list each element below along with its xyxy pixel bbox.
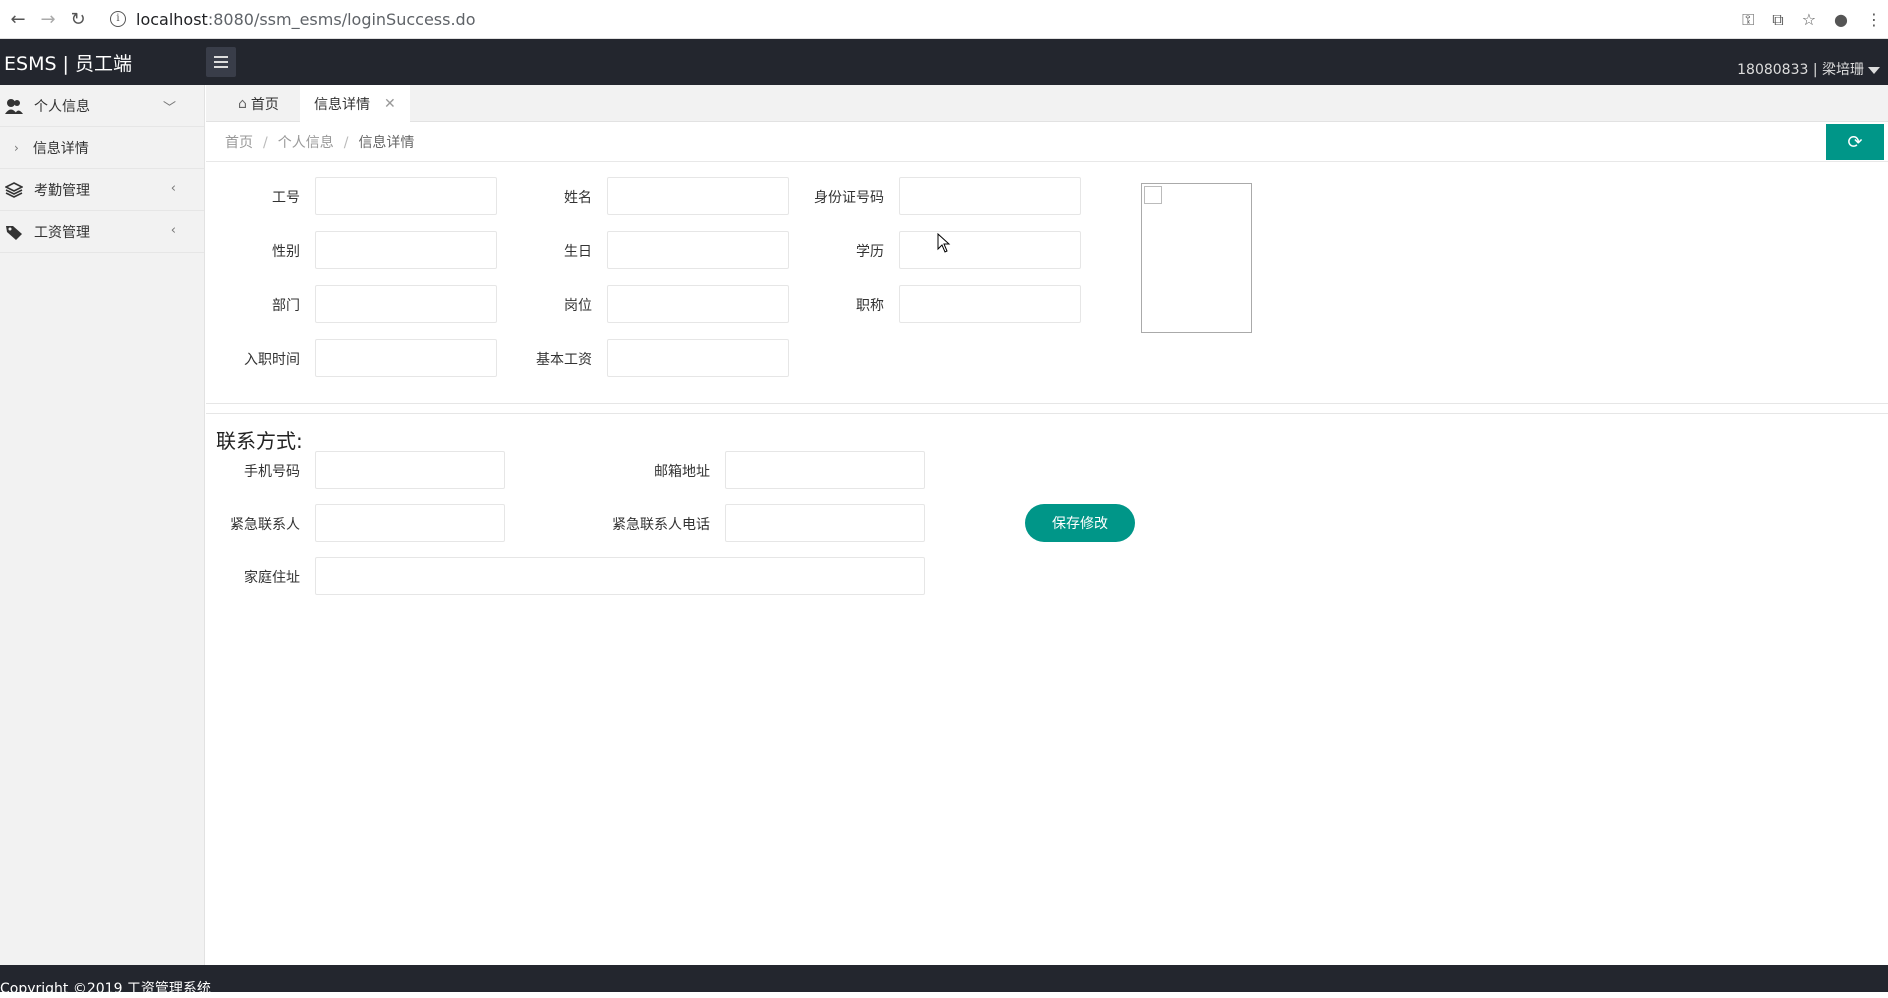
address-label: 家庭住址 — [244, 570, 300, 586]
breadcrumb-item[interactable]: 首页 — [225, 135, 253, 151]
refresh-icon: ⟳ — [1847, 131, 1863, 153]
sidebar-item-personal-info[interactable]: 个人信息 ﹀ — [0, 85, 204, 127]
divider — [206, 403, 1888, 404]
user-label: 18080833 | 梁培珊 — [1737, 62, 1864, 78]
breadcrumb-current: 信息详情 — [358, 135, 415, 151]
chevron-left-icon: ‹ — [170, 181, 176, 196]
breadcrumb-item[interactable]: 个人信息 — [278, 135, 334, 151]
sidebar-subitem-label: 信息详情 — [32, 140, 89, 157]
email-label: 邮箱地址 — [654, 464, 710, 480]
chevron-right-icon: › — [14, 140, 19, 155]
department-field[interactable] — [315, 285, 497, 323]
sidebar-subitem-info-detail[interactable]: › 信息详情 — [0, 127, 204, 169]
refresh-button[interactable]: ⟳ — [1826, 124, 1884, 160]
user-menu[interactable]: 18080833 | 梁培珊 — [1737, 59, 1880, 79]
emp-id-field[interactable] — [315, 177, 497, 215]
position-field[interactable] — [607, 285, 789, 323]
position-label: 岗位 — [564, 298, 592, 314]
browser-toolbar: ← → ↻ i localhost:8080/ssm_esms/loginSuc… — [0, 0, 1888, 39]
tab-info-detail[interactable]: 信息详情 ✕ — [300, 85, 410, 122]
gender-field[interactable] — [315, 231, 497, 269]
key-icon[interactable]: ⚿ — [1742, 10, 1754, 30]
home-icon: ⌂ — [238, 95, 247, 112]
department-label: 部门 — [272, 298, 300, 314]
title-label: 职称 — [856, 298, 884, 314]
more-menu-icon[interactable]: ⋮ — [1866, 10, 1882, 29]
address-field[interactable] — [315, 557, 925, 595]
base-salary-field[interactable] — [607, 339, 789, 377]
hire-date-label: 入职时间 — [244, 352, 300, 368]
tab-home[interactable]: ⌂ 首页 — [224, 85, 293, 122]
star-icon[interactable]: ☆ — [1802, 10, 1816, 29]
back-icon[interactable]: ← — [6, 7, 30, 31]
name-label: 姓名 — [564, 190, 592, 206]
chevron-down-icon: ﹀ — [162, 101, 176, 116]
id-card-field[interactable] — [899, 177, 1081, 215]
birthday-label: 生日 — [564, 244, 592, 260]
mouse-cursor-icon — [937, 233, 951, 253]
app-logo: ESMS | 员工端 — [4, 53, 132, 75]
sidebar-item-label: 考勤管理 — [34, 182, 90, 199]
copyright-text: Copyright ©2019 工资管理系统 — [0, 981, 211, 997]
divider — [206, 413, 1888, 414]
education-field[interactable] — [899, 231, 1081, 269]
emergency-contact-label: 紧急联系人 — [230, 517, 300, 533]
emergency-phone-label: 紧急联系人电话 — [612, 517, 710, 533]
title-field[interactable] — [899, 285, 1081, 323]
url-host: localhost — [136, 9, 208, 29]
tab-bar: ⌂ 首页 信息详情 ✕ — [206, 85, 1888, 122]
translate-icon[interactable]: ⧉ — [1772, 10, 1783, 30]
footer: Copyright ©2019 工资管理系统 — [0, 965, 1888, 997]
site-info-icon[interactable]: i — [110, 11, 126, 27]
layers-icon — [4, 180, 24, 200]
tab-label: 首页 — [250, 96, 279, 113]
sidebar: 个人信息 ﹀ › 信息详情 考勤管理 ‹ 工资管理 ‹ — [0, 85, 205, 965]
users-icon — [4, 96, 24, 116]
tag-icon — [4, 222, 24, 242]
phone-field[interactable] — [315, 451, 505, 489]
forward-icon[interactable]: → — [36, 7, 60, 31]
caret-down-icon — [1868, 66, 1880, 74]
base-salary-label: 基本工资 — [536, 352, 592, 368]
chevron-left-icon: ‹ — [170, 223, 176, 238]
breadcrumb: 首页 / 个人信息 / 信息详情 — [225, 135, 415, 151]
sidebar-item-salary[interactable]: 工资管理 ‹ — [0, 211, 204, 253]
emergency-phone-field[interactable] — [725, 504, 925, 542]
url-rest: :8080/ssm_esms/loginSuccess.do — [207, 9, 476, 29]
menu-toggle-button[interactable] — [206, 47, 236, 77]
sidebar-item-attendance[interactable]: 考勤管理 ‹ — [0, 169, 204, 211]
breadcrumb-bar: 首页 / 个人信息 / 信息详情 ⟳ — [206, 122, 1888, 162]
email-field[interactable] — [725, 451, 925, 489]
tab-label: 信息详情 — [314, 96, 370, 113]
emp-id-label: 工号 — [272, 190, 300, 206]
reload-icon[interactable]: ↻ — [66, 7, 90, 31]
sidebar-item-label: 个人信息 — [34, 98, 90, 115]
education-label: 学历 — [856, 244, 884, 260]
profile-icon[interactable]: ● — [1834, 10, 1848, 29]
address-bar[interactable]: localhost:8080/ssm_esms/loginSuccess.do — [136, 10, 476, 29]
name-field[interactable] — [607, 177, 789, 215]
birthday-field[interactable] — [607, 231, 789, 269]
save-changes-button[interactable]: 保存修改 — [1025, 504, 1135, 542]
close-icon[interactable]: ✕ — [384, 96, 396, 112]
profile-photo — [1141, 183, 1252, 333]
hire-date-field[interactable] — [315, 339, 497, 377]
contact-section-title: 联系方式: — [216, 429, 303, 453]
app-header: ESMS | 员工端 18080833 | 梁培珊 — [0, 39, 1888, 85]
id-card-label: 身份证号码 — [814, 190, 884, 206]
hamburger-icon — [214, 56, 228, 58]
gender-label: 性别 — [272, 244, 300, 260]
phone-label: 手机号码 — [244, 464, 300, 480]
sidebar-item-label: 工资管理 — [34, 224, 90, 241]
emergency-contact-field[interactable] — [315, 504, 505, 542]
